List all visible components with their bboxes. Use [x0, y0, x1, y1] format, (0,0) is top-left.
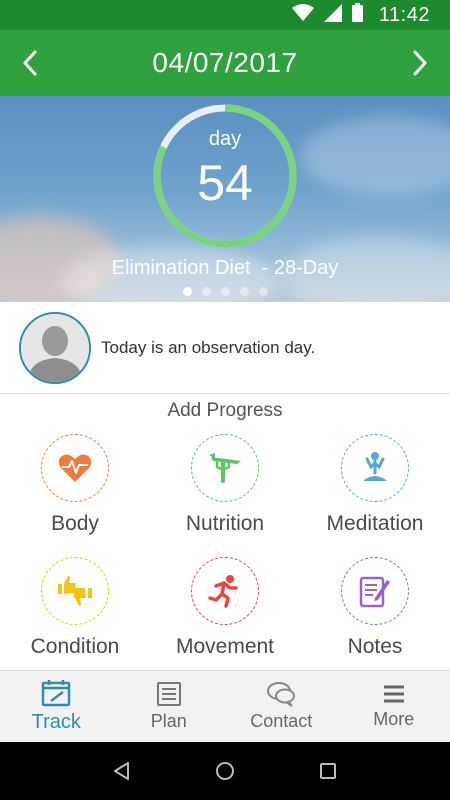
- condition-tile[interactable]: Condition: [0, 557, 150, 679]
- battery-icon: [351, 3, 363, 27]
- add-progress-title: Add Progress: [167, 400, 283, 421]
- meditation-icon-circle: [341, 434, 409, 502]
- avatar: [19, 311, 91, 384]
- user-silhouette-icon: [21, 313, 89, 382]
- day-label: day: [208, 128, 242, 150]
- page-dot[interactable]: [201, 287, 211, 296]
- status-bar: 11:42: [0, 0, 450, 30]
- page-dot[interactable]: [239, 287, 249, 296]
- condition-label: Condition: [30, 635, 120, 658]
- signal-icon: [323, 3, 342, 27]
- recents-button[interactable]: [308, 751, 348, 791]
- meditation-icon: [363, 452, 387, 481]
- bottom-navigation: Track Plan Contact More: [0, 670, 450, 742]
- chevron-left-icon: [23, 50, 37, 76]
- calendar-icon: [42, 680, 71, 707]
- tab-track-label: Track: [31, 711, 81, 733]
- previous-day-button[interactable]: [14, 43, 46, 83]
- home-icon: [215, 762, 234, 780]
- program-banner[interactable]: day 54 Elimination Diet - 28-Day: [0, 96, 450, 302]
- system-navigation-bar: [0, 742, 450, 800]
- body-tile[interactable]: Body: [0, 434, 150, 556]
- running-icon: [208, 575, 238, 608]
- wifi-icon: [291, 3, 314, 27]
- chat-icon: [267, 682, 296, 707]
- page-dot[interactable]: [182, 287, 192, 296]
- nutrition-tile[interactable]: Nutrition: [150, 434, 300, 556]
- coach-message[interactable]: Today is an observation day.: [0, 302, 450, 394]
- current-date: 04/07/2017: [152, 47, 298, 78]
- notes-icon: [359, 576, 390, 608]
- menu-icon: [383, 685, 404, 703]
- tab-contact-label: Contact: [250, 711, 313, 731]
- thumbs-up-down-icon: [58, 576, 92, 606]
- recents-icon: [320, 763, 337, 779]
- notes-icon-circle: [341, 557, 409, 625]
- program-name: Elimination Diet - 28-Day: [111, 257, 339, 279]
- meditation-tile[interactable]: Meditation: [300, 434, 450, 556]
- meditation-label: Meditation: [326, 512, 424, 535]
- condition-icon-circle: [41, 557, 109, 625]
- tab-plan[interactable]: Plan: [113, 671, 226, 742]
- app-bar: 04/07/2017: [0, 30, 450, 96]
- body-label: Body: [51, 512, 99, 535]
- notes-tile[interactable]: Notes: [300, 557, 450, 679]
- clock: 11:42: [378, 3, 430, 26]
- back-button[interactable]: [102, 751, 142, 791]
- message-text: Today is an observation day.: [101, 337, 316, 357]
- tab-plan-label: Plan: [150, 711, 187, 731]
- notes-label: Notes: [347, 635, 403, 658]
- home-button[interactable]: [205, 751, 245, 791]
- heart-rate-icon: [58, 454, 92, 482]
- tab-contact[interactable]: Contact: [225, 671, 338, 742]
- movement-icon-circle: [191, 557, 259, 625]
- next-day-button[interactable]: [404, 43, 436, 83]
- list-icon: [156, 682, 181, 706]
- movement-tile[interactable]: Movement: [150, 557, 300, 679]
- body-icon-circle: [41, 434, 109, 502]
- page-indicator: [0, 287, 450, 296]
- tab-more-label: More: [373, 709, 415, 729]
- day-number: 54: [197, 155, 253, 211]
- fork-carrot-icon: [209, 453, 241, 483]
- chevron-right-icon: [413, 50, 427, 76]
- page-dot[interactable]: [258, 287, 268, 296]
- page-dot[interactable]: [220, 287, 230, 296]
- movement-label: Movement: [175, 635, 275, 658]
- back-icon: [113, 762, 129, 780]
- nutrition-label: Nutrition: [185, 512, 265, 535]
- nutrition-icon-circle: [191, 434, 259, 502]
- tab-track[interactable]: Track: [0, 671, 113, 742]
- tab-more[interactable]: More: [338, 671, 450, 742]
